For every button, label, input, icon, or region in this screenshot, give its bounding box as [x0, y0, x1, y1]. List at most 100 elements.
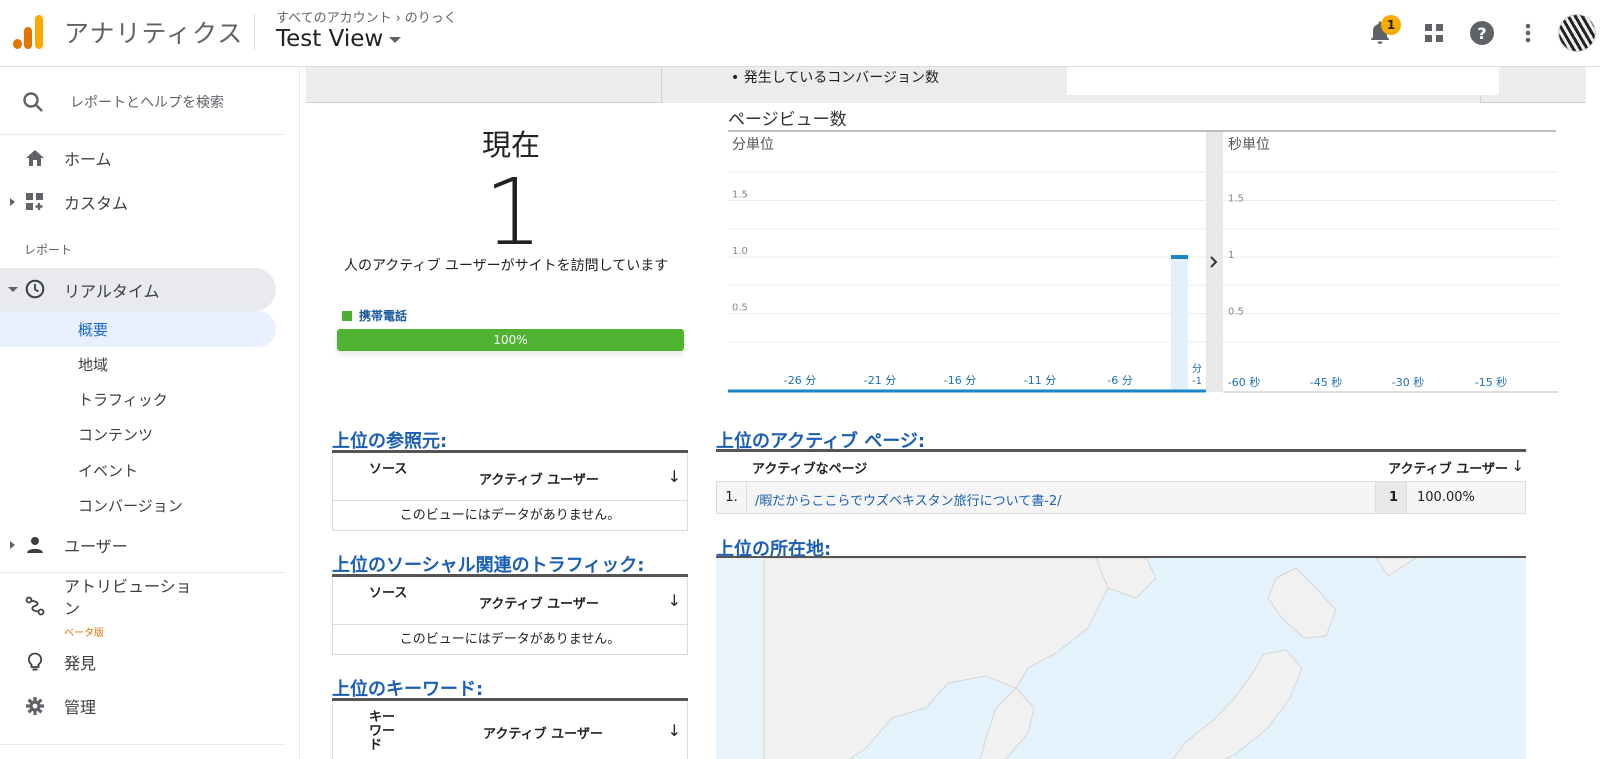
- pageviews-title: ページビュー数: [728, 110, 847, 130]
- summary-strip-box: [1067, 67, 1499, 95]
- more-vert-icon[interactable]: [1513, 18, 1543, 48]
- sort-down-icon[interactable]: ↓: [668, 591, 681, 610]
- second-x-tick-label: -45 秒: [1310, 375, 1342, 389]
- view-name: Test View: [276, 26, 384, 52]
- minute-x-tick-label: -6 分: [1107, 374, 1132, 387]
- app-name: アナリティクス: [64, 19, 244, 48]
- sidebar-subitem-locations[interactable]: 地域: [0, 346, 276, 382]
- minute-x-tick-label: -26 分: [784, 374, 816, 387]
- sidebar-item-users[interactable]: ユーザー: [0, 525, 285, 565]
- empty-message: このビューにはデータがありません。: [332, 625, 688, 655]
- minute-y-tick-label: 1.5: [732, 190, 748, 201]
- home-icon: [26, 150, 44, 166]
- sidebar-subitem-overview[interactable]: 概要: [0, 311, 276, 347]
- active-users-description: 人のアクティブ ユーザーがサイトを訪問しています: [344, 258, 669, 274]
- sidebar-item-home[interactable]: ホーム: [0, 138, 285, 178]
- beta-badge: ベータ版: [64, 628, 104, 639]
- chart-divider-bar: [1206, 132, 1223, 392]
- analytics-logo[interactable]: [13, 15, 45, 49]
- minute-x-tick-label: -11 分: [1024, 374, 1056, 387]
- minute-x-tick-label: -21 分: [864, 374, 896, 387]
- col-source-header[interactable]: ソース: [369, 463, 409, 477]
- keywords-table: キーワード アクティブ ユーザー ↓: [332, 698, 688, 759]
- notification-badge[interactable]: 1: [1381, 15, 1401, 35]
- second-y-tick-label: 1.5: [1228, 194, 1244, 205]
- collapse-arrow-icon[interactable]: [8, 287, 18, 292]
- table-header: キーワード アクティブ ユーザー ↓: [332, 701, 688, 759]
- sort-down-icon[interactable]: ↓: [668, 467, 681, 486]
- row-active-users: 1: [1375, 482, 1407, 513]
- person-icon: [27, 537, 43, 553]
- search-icon: [23, 92, 43, 112]
- sidebar-search[interactable]: レポートとヘルプを検索: [0, 67, 285, 135]
- col-active-users-header[interactable]: アクティブ ユーザー: [1388, 458, 1508, 477]
- second-chart-title: 秒単位: [1228, 137, 1270, 153]
- table-row[interactable]: 1. /暇だからここらでウズベキスタン旅行について書-2/ 1 100.00%: [716, 482, 1526, 514]
- breadcrumb-account[interactable]: のりっく: [405, 11, 457, 26]
- sort-down-icon[interactable]: ↓: [668, 721, 681, 740]
- breadcrumb[interactable]: すべてのアカウント › のりっく: [276, 7, 457, 26]
- lightbulb-icon: [27, 652, 43, 671]
- row-index: 1.: [717, 482, 747, 513]
- table-header: アクティブなページ アクティブ ユーザー ↓: [716, 452, 1526, 482]
- sidebar-item-realtime[interactable]: リアルタイム: [0, 268, 276, 311]
- minute-y-tick-label: 0.5: [732, 303, 748, 314]
- col-active-users-header[interactable]: アクティブ ユーザー: [483, 723, 603, 742]
- col-source-header[interactable]: ソース: [369, 587, 409, 601]
- sidebar-subitem-events[interactable]: イベント: [0, 452, 276, 488]
- row-percent: 100.00%: [1417, 490, 1475, 505]
- device-legend[interactable]: 携帯電話: [342, 307, 407, 324]
- search-input[interactable]: レポートとヘルプを検索: [70, 92, 224, 112]
- pageviews-chart: 分単位 秒単位 0.51.01.5-26 分 -21 分 -16 分 -11 分 -6 …: [728, 132, 1558, 393]
- minute-bar-cap: [1171, 255, 1188, 259]
- device-color-swatch: [342, 310, 352, 321]
- sidebar-subitem-conversions[interactable]: コンバージョン: [0, 487, 276, 523]
- conversions-bullet: • 発生しているコンバージョン数: [731, 70, 940, 86]
- sidebar-item-attribution[interactable]: アトリビューション ベータ版: [0, 574, 285, 639]
- conversions-bullet-text: 発生しているコンバージョン数: [743, 70, 940, 86]
- second-x-tick-label: -15 秒: [1475, 375, 1507, 389]
- social-table: ソース アクティブ ユーザー ↓ このビューにはデータがありません。: [332, 574, 688, 655]
- expand-arrow-icon[interactable]: [10, 198, 15, 206]
- active-users-count: 1: [484, 159, 543, 266]
- apps-grid-icon[interactable]: [1419, 18, 1449, 48]
- sidebar-item-label: アトリビューション: [64, 576, 192, 620]
- sidebar: レポートとヘルプを検索 ホーム カスタム レポート リアルタイム 概要 地域 ト…: [0, 67, 300, 759]
- col-active-users-header[interactable]: アクティブ ユーザー: [479, 593, 599, 612]
- second-x-tick-label: -30 秒: [1392, 375, 1424, 389]
- minute-panel-bg: [728, 132, 1206, 392]
- sidebar-subitem-content[interactable]: コンテンツ: [0, 416, 276, 452]
- empty-message: このビューにはデータがありません。: [332, 501, 688, 531]
- gear-icon: [26, 697, 44, 715]
- help-icon[interactable]: ?: [1467, 18, 1497, 48]
- sidebar-item-discover[interactable]: 発見: [0, 642, 285, 682]
- second-x-tick-label: -60 秒: [1228, 375, 1260, 389]
- expand-arrow-icon[interactable]: [10, 541, 15, 549]
- map-graphic: [716, 558, 1526, 759]
- top-header: アナリティクス すべてのアカウント › のりっく Test View 1 ?: [0, 0, 1600, 67]
- sidebar-item-label: 発見: [64, 654, 97, 673]
- col-active-users-header[interactable]: アクティブ ユーザー: [479, 469, 599, 488]
- sort-down-icon[interactable]: ↓: [1511, 457, 1524, 475]
- svg-text:?: ?: [1477, 24, 1486, 43]
- sidebar-item-label: ホーム: [64, 150, 112, 169]
- sidebar-item-admin[interactable]: 管理: [0, 686, 285, 726]
- avatar[interactable]: [1558, 14, 1596, 52]
- device-share-bar[interactable]: 100%: [337, 329, 684, 351]
- attribution-icon: [25, 596, 45, 616]
- minute-x-tick-label: -16 分: [944, 374, 976, 387]
- sidebar-item-custom[interactable]: カスタム: [0, 182, 285, 222]
- breadcrumb-all-accounts[interactable]: すべてのアカウント: [276, 11, 392, 26]
- dashboard-plus-icon: [26, 193, 43, 210]
- clock-icon: [25, 279, 45, 299]
- view-selector[interactable]: Test View: [276, 26, 402, 52]
- minute-x-tick-label: -1: [1192, 376, 1202, 387]
- sidebar-subitem-traffic[interactable]: トラフィック: [0, 381, 276, 417]
- page-link[interactable]: /暇だからここらでウズベキスタン旅行について書-2/: [755, 490, 1062, 509]
- locations-map[interactable]: [716, 558, 1526, 759]
- now-label: 現在: [482, 128, 541, 162]
- col-keyword-header[interactable]: キーワード: [369, 711, 399, 753]
- realtime-overview-content: • 発生しているコンバージョン数 現在 1 人のアクティブ ユーザーがサイトを訪…: [306, 67, 1600, 759]
- referrals-table: ソース アクティブ ユーザー ↓ このビューにはデータがありません。: [332, 450, 688, 531]
- col-active-page-header[interactable]: アクティブなページ: [752, 458, 867, 477]
